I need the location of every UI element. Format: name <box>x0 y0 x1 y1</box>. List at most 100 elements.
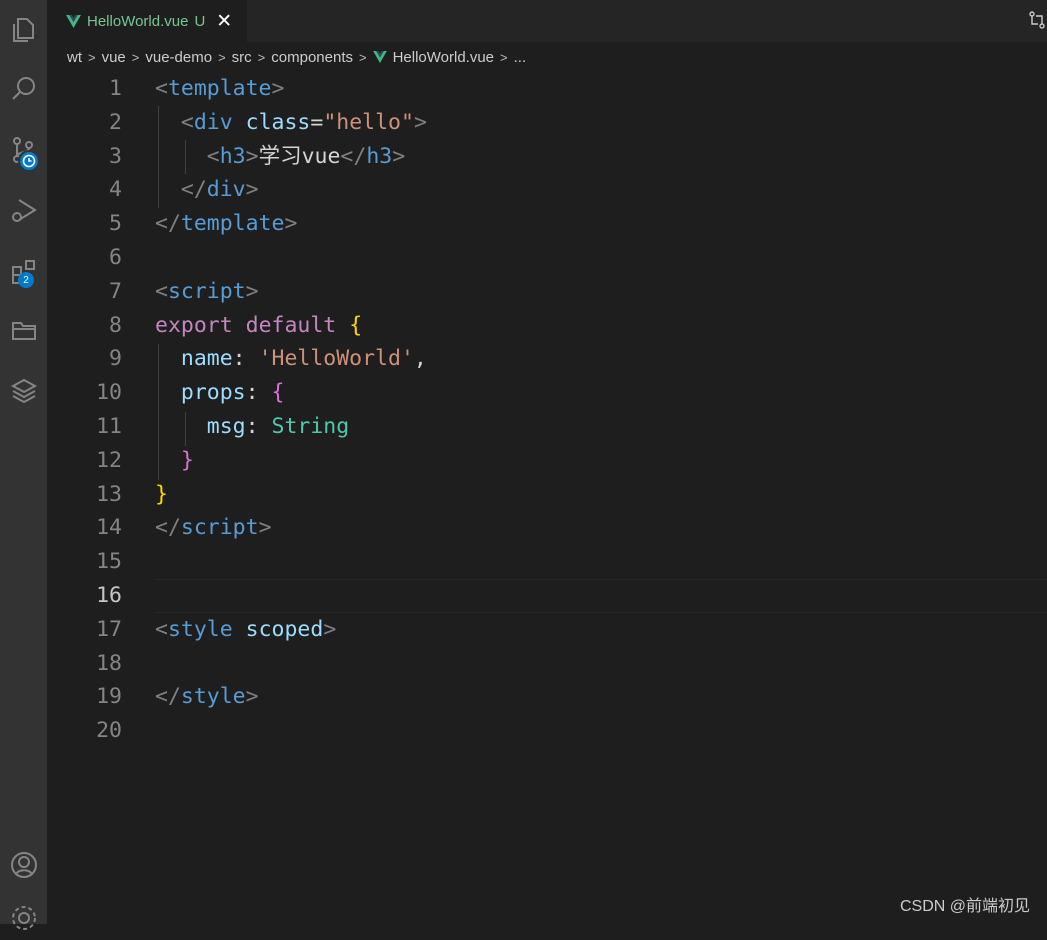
code-text: name: 'HelloWorld', <box>155 342 427 376</box>
account-icon[interactable] <box>0 843 47 887</box>
code-token: 学习vue <box>258 143 341 169</box>
tab-helloworld-vue[interactable]: HelloWorld.vue U ✕ <box>47 0 247 42</box>
breadcrumb-item-symbols[interactable]: ... <box>514 49 527 66</box>
code-line[interactable]: 2 <div class="hello"> <box>47 106 1047 140</box>
code-token: > <box>323 616 337 642</box>
code-line[interactable]: 12 } <box>47 444 1047 478</box>
code-line[interactable]: 7 <script> <box>47 275 1047 309</box>
code-token: String <box>271 414 350 439</box>
chevron-right-icon: > <box>88 49 96 65</box>
line-number: 7 <box>109 278 122 304</box>
breadcrumb-item-wt[interactable]: wt <box>67 49 82 66</box>
code-token: </ <box>340 143 367 169</box>
code-text: </script> <box>155 511 272 545</box>
vue-file-icon <box>372 51 387 63</box>
code-token: msg <box>206 414 246 439</box>
code-token: < <box>155 76 168 101</box>
code-token: </ <box>180 177 207 203</box>
code-line[interactable]: 19 </style> <box>47 680 1047 714</box>
code-line[interactable]: 3 <h3>学习vue</h3> <box>47 140 1047 174</box>
code-line[interactable]: 9 name: 'HelloWorld', <box>47 342 1047 376</box>
chevron-right-icon: > <box>358 49 367 65</box>
code-token: < <box>206 143 220 169</box>
code-token: div <box>193 109 233 135</box>
code-text: } <box>155 478 168 512</box>
code-line[interactable]: 5 </template> <box>47 207 1047 241</box>
code-token: </ <box>155 515 181 541</box>
breadcrumb-item-components[interactable]: components <box>271 49 353 66</box>
line-number: 8 <box>109 312 122 338</box>
code-token: { <box>349 312 363 338</box>
compare-changes-icon[interactable] <box>1027 10 1047 30</box>
current-line-highlight <box>155 579 1047 613</box>
code-token: : <box>245 414 272 439</box>
code-token: > <box>245 684 259 710</box>
line-number: 6 <box>109 245 122 270</box>
code-line[interactable]: 16 <box>47 579 1047 613</box>
code-text: <template> <box>155 72 284 106</box>
code-token: > <box>245 143 259 169</box>
code-token: h3 <box>219 143 246 169</box>
code-line[interactable]: 18 <box>47 647 1047 681</box>
line-number: 1 <box>109 76 122 101</box>
code-line[interactable]: 11 msg: String <box>47 410 1047 444</box>
code-token: = <box>310 109 324 135</box>
settings-icon[interactable] <box>0 896 47 940</box>
line-number: 3 <box>109 143 122 169</box>
folder-icon[interactable] <box>0 308 47 352</box>
code-token: "hello" <box>323 109 414 135</box>
code-token: > <box>284 211 298 237</box>
code-token: props <box>180 380 246 406</box>
code-token: div <box>206 177 246 203</box>
code-line[interactable]: 6 <box>47 241 1047 275</box>
run-debug-icon[interactable] <box>0 188 47 232</box>
code-token: : <box>245 380 272 406</box>
code-token: scoped <box>245 616 324 642</box>
code-text: <h3>学习vue</h3> <box>155 140 405 174</box>
code-token: } <box>180 447 194 473</box>
code-text: msg: String <box>155 410 349 444</box>
line-number: 5 <box>109 211 122 237</box>
code-token: > <box>245 278 259 304</box>
tab-title: HelloWorld.vue <box>87 13 189 30</box>
breadcrumb-item-file[interactable]: HelloWorld.vue <box>393 49 494 66</box>
tabs-bar: HelloWorld.vue U ✕ <box>47 0 1047 42</box>
breadcrumb-item-src[interactable]: src <box>232 49 252 66</box>
code-line[interactable]: 10 props: { <box>47 376 1047 410</box>
code-line[interactable]: 17 <style scoped> <box>47 613 1047 647</box>
code-line[interactable]: 14 </script> <box>47 511 1047 545</box>
search-icon[interactable] <box>0 67 47 111</box>
code-text: props: { <box>155 376 285 410</box>
code-editor[interactable]: 1 <template> 2 <div class="hello"> 3 <h3>学习… <box>47 72 1047 924</box>
code-token: style <box>180 684 246 710</box>
line-number: 12 <box>96 447 122 473</box>
line-number: 11 <box>96 414 122 439</box>
extensions-badge: 2 <box>18 272 34 288</box>
code-token: : <box>232 346 259 372</box>
line-number: 14 <box>96 515 122 541</box>
watermark: CSDN @前端初见 <box>899 898 1030 915</box>
code-token: > <box>413 109 427 135</box>
close-icon[interactable]: ✕ <box>216 12 232 31</box>
code-token: h3 <box>366 143 393 169</box>
breadcrumb-item-vue-demo[interactable]: vue-demo <box>145 49 212 66</box>
code-line[interactable]: 8 export default { <box>47 309 1047 343</box>
activity-bar: 2 <box>0 0 47 930</box>
line-number: 17 <box>96 616 122 642</box>
code-line[interactable]: 15 <box>47 545 1047 579</box>
layers-icon[interactable] <box>0 368 47 412</box>
code-line[interactable]: 20 <box>47 714 1047 748</box>
source-control-clock-badge <box>18 150 40 172</box>
explorer-icon[interactable] <box>0 8 47 52</box>
breadcrumb-item-vue[interactable]: vue <box>102 49 126 66</box>
line-number: 13 <box>96 481 122 507</box>
code-token: </ <box>155 211 181 237</box>
code-token: template <box>167 76 272 101</box>
code-line[interactable]: 4 </div> <box>47 173 1047 207</box>
code-line[interactable]: 1 <template> <box>47 72 1047 106</box>
code-line[interactable]: 13} <box>47 478 1047 512</box>
